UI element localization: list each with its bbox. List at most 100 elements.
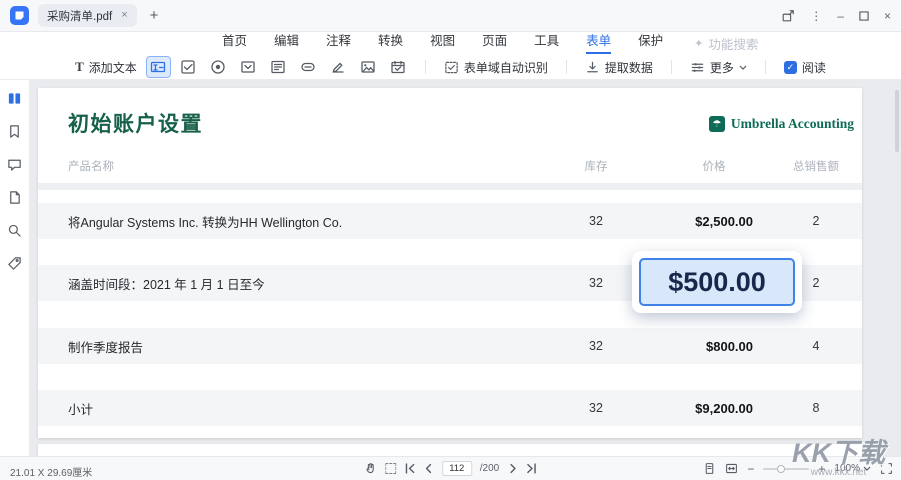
page-title: 初始账户设置 <box>68 108 203 138</box>
menubar: 首页 编辑 注释 转换 视图 页面 工具 表单 保护 ✦ 功能搜索 <box>0 32 901 55</box>
snapshot-icon[interactable] <box>385 463 396 474</box>
menu-dots-icon[interactable]: ⋮ <box>810 10 822 22</box>
sparkle-icon: ✦ <box>694 37 703 50</box>
table-header: 产品名称 库存 价格 总销售额 <box>38 158 862 174</box>
brand-logo: ☂ Umbrella Accounting <box>709 116 854 132</box>
signature-field-tool[interactable] <box>326 56 351 78</box>
image-field-icon <box>360 59 376 75</box>
sidebar-item-search[interactable] <box>7 223 23 238</box>
menu-comment[interactable]: 注释 <box>326 33 351 54</box>
zoom-slider[interactable] <box>763 468 809 470</box>
menu-protect[interactable]: 保护 <box>638 33 663 54</box>
auto-recognize-icon <box>444 60 459 75</box>
cell-price: $2,500.00 <box>654 214 774 229</box>
new-tab-button[interactable]: + <box>150 8 159 23</box>
chevron-down-icon <box>863 466 871 471</box>
close-button[interactable]: × <box>884 10 891 22</box>
minimize-button[interactable]: – <box>837 10 844 22</box>
cell-sales: 8 <box>774 401 858 415</box>
column-header-product: 产品名称 <box>68 158 538 174</box>
radio-button-field-tool[interactable] <box>206 56 231 78</box>
thumbnails-icon <box>7 91 22 106</box>
menu-home[interactable]: 首页 <box>222 33 247 54</box>
cell-product: 小计 <box>68 399 538 418</box>
feature-search[interactable]: ✦ 功能搜索 <box>694 34 758 53</box>
menu-page[interactable]: 页面 <box>482 33 507 54</box>
cell-sales: 4 <box>774 339 858 353</box>
checkbox-field-tool[interactable] <box>176 56 201 78</box>
share-icon[interactable] <box>781 9 795 23</box>
bookmark-icon <box>7 124 22 139</box>
content-area: 初始账户设置 ☂ Umbrella Accounting 产品名称 库存 价格 … <box>0 80 901 456</box>
sidebar-item-bookmarks[interactable] <box>7 124 23 139</box>
signature-icon <box>330 59 346 75</box>
document-tab[interactable]: 采购清单.pdf × <box>38 4 137 27</box>
dropdown-field-icon <box>240 59 256 75</box>
button-field-tool[interactable] <box>296 56 321 78</box>
more-button[interactable]: 更多 <box>686 59 751 76</box>
prev-page-button[interactable] <box>423 463 434 474</box>
header-separator <box>38 183 862 190</box>
menu-convert[interactable]: 转换 <box>378 33 403 54</box>
single-page-view-icon[interactable] <box>703 462 716 475</box>
menu-form-active[interactable]: 表单 <box>586 33 611 54</box>
zoom-in-button[interactable]: + <box>818 463 825 475</box>
last-page-button[interactable] <box>526 463 537 474</box>
extract-data-icon <box>585 60 600 75</box>
sidebar-item-attachments[interactable] <box>7 190 23 205</box>
zoom-level-value: 100% <box>834 463 860 474</box>
date-field-tool[interactable] <box>386 56 411 78</box>
page-number-input[interactable] <box>442 461 472 476</box>
maximize-button[interactable] <box>859 11 869 21</box>
zoom-out-button[interactable]: − <box>747 463 754 475</box>
list-box-icon <box>270 59 286 75</box>
next-page-button[interactable] <box>507 463 518 474</box>
document-viewport: 初始账户设置 ☂ Umbrella Accounting 产品名称 库存 价格 … <box>30 80 901 456</box>
zoom-controls: − + 100% <box>703 457 893 480</box>
sidebar-item-thumbnails[interactable] <box>7 91 23 106</box>
text-field-tool[interactable] <box>146 56 171 78</box>
chevron-down-icon <box>739 65 747 70</box>
read-label: 阅读 <box>802 59 826 76</box>
titlebar-controls: ⋮ – × <box>781 9 891 23</box>
form-field-card[interactable]: $500.00 <box>632 251 802 313</box>
form-toolbar: T 添加文本 表单域自动识别 提取数据 更多 ✓ <box>0 55 901 80</box>
zoom-level-dropdown[interactable]: 100% <box>834 463 871 474</box>
titlebar: 采购清单.pdf × + ⋮ – × <box>0 0 901 32</box>
read-checkbox-icon[interactable]: ✓ <box>784 61 797 74</box>
sidebar-item-stamps[interactable] <box>7 256 23 271</box>
extract-data-label: 提取数据 <box>605 59 653 76</box>
menu-tools[interactable]: 工具 <box>534 33 559 54</box>
page-total: /200 <box>480 463 499 474</box>
toolbar-divider <box>765 60 766 74</box>
text-tool-icon: T <box>75 59 84 75</box>
tab-close-icon[interactable]: × <box>121 10 127 21</box>
fullscreen-icon[interactable] <box>880 462 893 475</box>
cell-product: 将Angular Systems Inc. 转换为HH Wellington C… <box>68 212 538 231</box>
dropdown-field-tool[interactable] <box>236 56 261 78</box>
add-text-button[interactable]: T 添加文本 <box>71 59 141 76</box>
menu-view[interactable]: 视图 <box>430 33 455 54</box>
column-header-stock: 库存 <box>538 158 654 174</box>
app-logo-icon <box>10 6 29 25</box>
read-mode-toggle[interactable]: ✓ 阅读 <box>780 59 830 76</box>
image-field-tool[interactable] <box>356 56 381 78</box>
first-page-button[interactable] <box>404 463 415 474</box>
comment-icon <box>7 157 22 172</box>
hand-tool-icon[interactable] <box>364 462 377 475</box>
sidebar-item-comments[interactable] <box>7 157 23 172</box>
cell-price: $800.00 <box>654 339 774 354</box>
fit-width-icon[interactable] <box>725 462 738 475</box>
search-icon <box>7 223 22 238</box>
zoom-slider-knob[interactable] <box>777 465 785 473</box>
menu-edit[interactable]: 编辑 <box>274 33 299 54</box>
pdf-page[interactable]: 初始账户设置 ☂ Umbrella Accounting 产品名称 库存 价格 … <box>38 88 862 438</box>
toolbar-divider <box>671 60 672 74</box>
umbrella-icon: ☂ <box>709 116 725 132</box>
auto-recognize-button[interactable]: 表单域自动识别 <box>440 59 552 76</box>
extract-data-button[interactable]: 提取数据 <box>581 59 657 76</box>
vertical-scrollbar[interactable] <box>895 90 899 152</box>
cell-stock: 32 <box>538 339 654 353</box>
list-box-field-tool[interactable] <box>266 56 291 78</box>
form-field-input[interactable]: $500.00 <box>639 258 795 306</box>
